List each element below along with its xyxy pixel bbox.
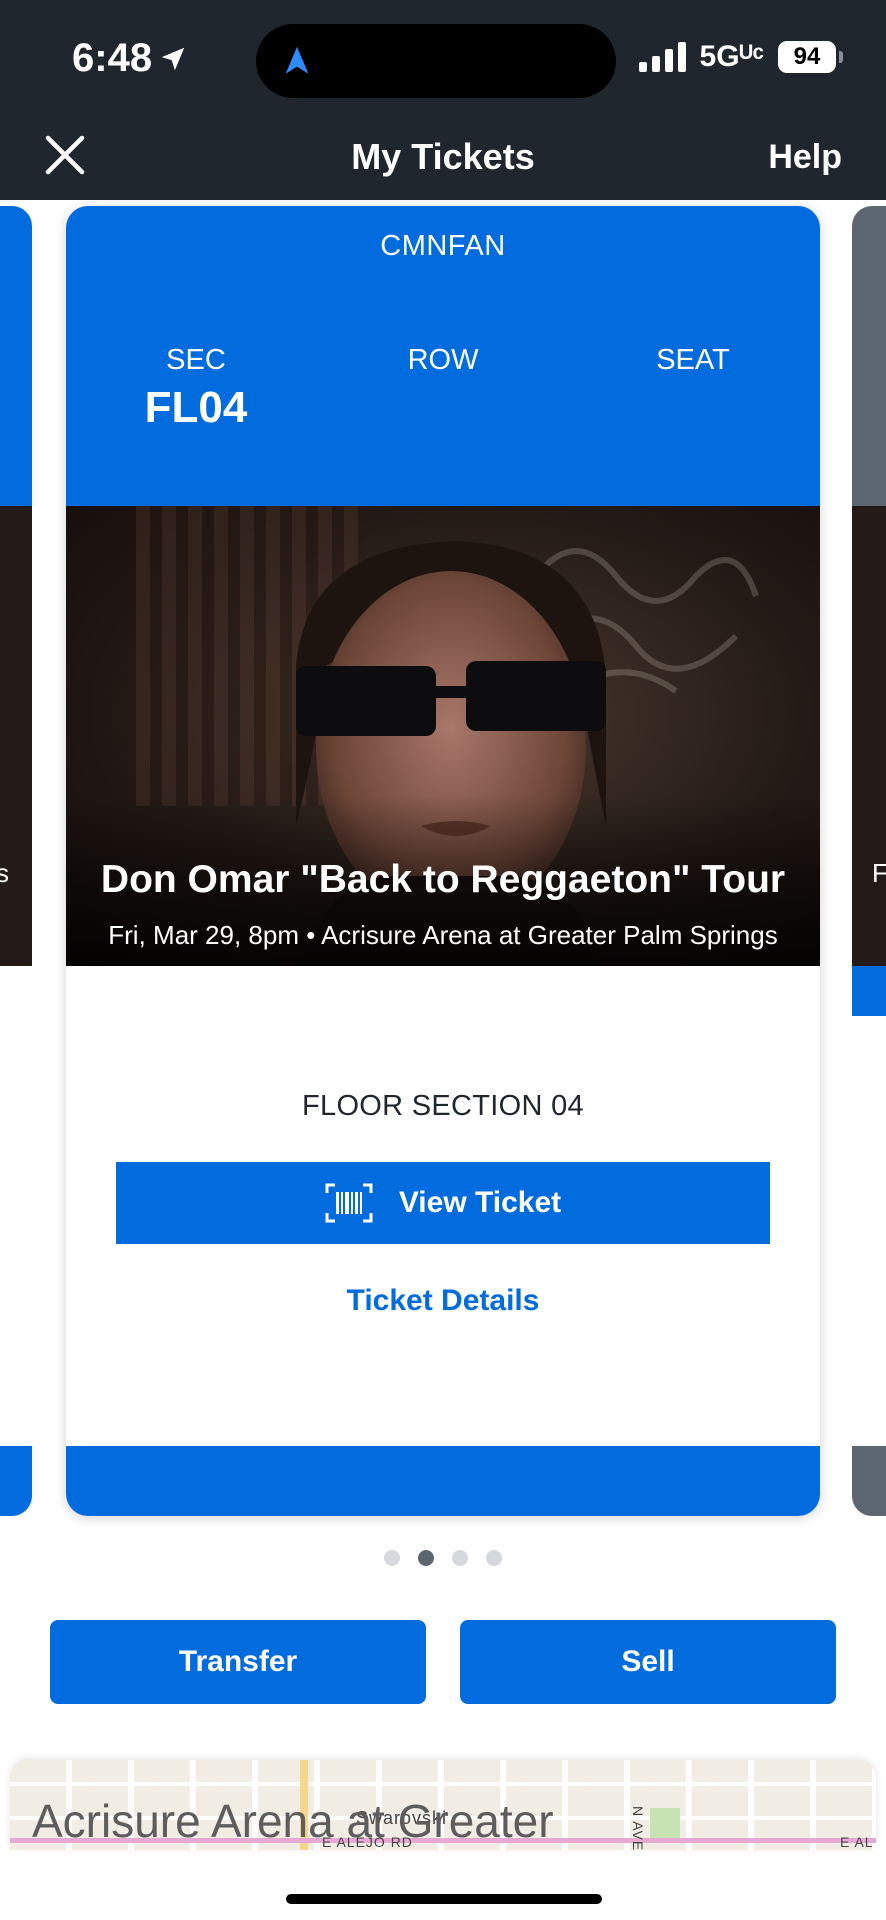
top-bar: 6:48 5Gᵁᶜ 94 My Tickets Help: [0, 0, 886, 200]
transfer-button[interactable]: Transfer: [50, 1620, 426, 1704]
view-ticket-label: View Ticket: [398, 1186, 562, 1219]
ticket-details-link[interactable]: Ticket Details: [66, 1284, 820, 1318]
map-avenue-label: N AVE: [630, 1806, 646, 1852]
cellular-signal-icon: [638, 42, 686, 72]
section-value: FL04: [144, 383, 248, 432]
event-image: Don Omar "Back to Reggaeton" Tour Fri, M…: [66, 506, 820, 966]
page-title: My Tickets: [351, 136, 535, 177]
map-street-label-2: E AL: [840, 1834, 874, 1850]
sell-button[interactable]: Sell: [460, 1620, 836, 1704]
section-column: SEC FL04: [126, 344, 266, 433]
status-time-text: 6:48: [72, 36, 153, 80]
ticket-footer: [66, 1446, 820, 1516]
battery-level: 94: [793, 43, 821, 70]
battery-icon: 94: [778, 41, 843, 73]
pager-dot[interactable]: [384, 1550, 400, 1566]
pager-dot[interactable]: [486, 1550, 502, 1566]
help-button[interactable]: Help: [768, 138, 842, 177]
row-label: ROW: [407, 344, 479, 376]
section-label: SEC: [166, 344, 226, 376]
dynamic-island: [256, 24, 616, 98]
pager-dot[interactable]: [452, 1550, 468, 1566]
navigation-icon: [285, 46, 309, 74]
seat-label: SEAT: [656, 344, 730, 376]
venue-name: Acrisure Arena at Greater: [32, 1795, 554, 1847]
next-ticket-card[interactable]: F: [852, 206, 886, 1516]
home-indicator[interactable]: [286, 1894, 602, 1904]
location-arrow-icon: [161, 47, 185, 70]
next-card-text-fragment: F: [872, 858, 886, 888]
row-column: ROW: [373, 344, 513, 383]
pager-dot[interactable]: [418, 1550, 434, 1566]
view-ticket-button[interactable]: View Ticket: [116, 1162, 770, 1244]
card-pager: [0, 1550, 886, 1566]
status-indicators: 5Gᵁᶜ 94: [638, 40, 843, 74]
ticket-header: CMNFAN SEC FL04 ROW SEAT: [66, 206, 820, 506]
seat-column: SEAT: [623, 344, 763, 383]
status-time: 6:48: [72, 36, 188, 81]
barcode-scan-icon: [325, 1183, 373, 1223]
ticket-type: CMNFAN: [380, 230, 506, 262]
event-subtitle: Fri, Mar 29, 8pm • Acrisure Arena at Gre…: [108, 920, 778, 950]
ticket-card[interactable]: CMNFAN SEC FL04 ROW SEAT Don Omar "Back …: [66, 206, 820, 1516]
previous-card-text-fragment: s: [0, 858, 9, 888]
ticket-body: FLOOR SECTION 04 View Ticket Ticket Deta…: [66, 966, 820, 1446]
previous-ticket-card[interactable]: s: [0, 206, 32, 1516]
event-title: Don Omar "Back to Reggaeton" Tour: [100, 858, 786, 901]
network-type: 5Gᵁᶜ: [699, 40, 764, 73]
section-name: FLOOR SECTION 04: [302, 1090, 584, 1122]
